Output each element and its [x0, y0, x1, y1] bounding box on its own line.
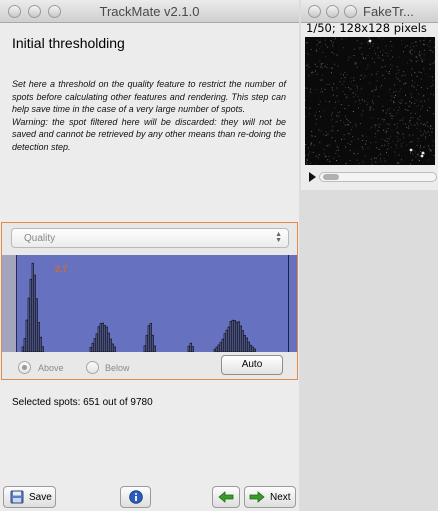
image-canvas[interactable] — [305, 37, 435, 165]
image-minimize-button[interactable] — [326, 5, 339, 18]
image-window: FakeTr... 1/50; 128x128 pixels — [301, 0, 438, 190]
histogram-excluded-region — [2, 255, 17, 352]
description-text: Set here a threshold on the quality feat… — [12, 78, 286, 154]
previous-button[interactable] — [212, 486, 240, 508]
play-icon[interactable] — [309, 172, 316, 182]
feature-select-value: Quality — [24, 233, 56, 244]
next-button[interactable]: Next — [244, 486, 296, 508]
image-close-button[interactable] — [308, 5, 321, 18]
select-arrows-icon: ▲ ▼ — [275, 231, 282, 244]
info-icon — [129, 490, 143, 504]
image-info-text: 1/50; 128x128 pixels — [306, 21, 427, 35]
above-radio[interactable] — [18, 361, 31, 374]
above-radio-label: Above — [38, 363, 64, 373]
below-radio-label: Below — [105, 363, 130, 373]
page-heading: Initial thresholding — [12, 35, 125, 51]
info-button[interactable] — [120, 486, 151, 508]
threshold-panel: Quality ▲ ▼ 2.7 Above Below Auto — [1, 222, 298, 380]
save-icon — [10, 490, 24, 504]
image-window-title: FakeTr... — [363, 4, 414, 19]
arrow-left-icon — [218, 491, 234, 503]
feature-select[interactable]: Quality ▲ ▼ — [11, 228, 289, 248]
selected-spots-status: Selected spots: 651 out of 9780 — [12, 397, 153, 408]
next-button-label: Next — [270, 492, 291, 503]
image-zoom-button[interactable] — [344, 5, 357, 18]
arrow-right-icon — [249, 491, 265, 503]
quality-histogram[interactable]: 2.7 — [2, 255, 297, 352]
frame-slider-thumb[interactable] — [323, 174, 339, 180]
warning-paragraph: Warning: the spot filtered here will be … — [12, 116, 286, 152]
trackmate-window: TrackMate v2.1.0 Initial thresholding Se… — [0, 0, 299, 511]
threshold-value-label: 2.7 — [55, 264, 68, 274]
below-radio[interactable] — [86, 361, 99, 374]
save-button-label: Save — [29, 492, 52, 503]
window-title: TrackMate v2.1.0 — [99, 4, 200, 19]
save-button[interactable]: Save — [3, 486, 56, 508]
description-paragraph: Set here a threshold on the quality feat… — [12, 79, 286, 115]
image-titlebar[interactable]: FakeTr... — [301, 0, 438, 23]
auto-button[interactable]: Auto — [221, 355, 283, 375]
trackmate-titlebar[interactable]: TrackMate v2.1.0 — [0, 0, 299, 23]
